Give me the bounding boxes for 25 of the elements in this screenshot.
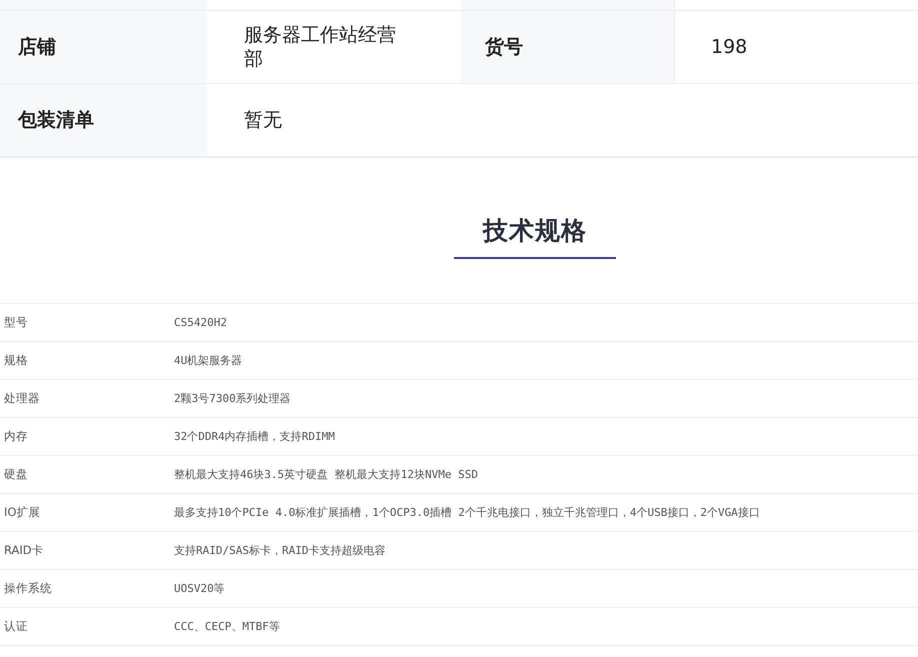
spec-name: 操作系统 [3, 581, 53, 596]
field-label: 包装清单 [18, 108, 94, 133]
spec-value: CCC、CECP、MTBF等 [174, 619, 280, 634]
section-title: 技术规格 [454, 214, 616, 259]
spec-name: IO扩展 [3, 505, 42, 520]
field-value: 198 [711, 35, 748, 59]
spec-name: 认证 [3, 619, 29, 634]
field-value: 暂无 [244, 108, 282, 132]
spec-value: 最多支持10个PCIe 4.0标准扩展插槽，1个OCP3.0插槽 2个千兆电接口，独立千兆管理口，4个USB接口，2个VGA接口 [174, 505, 760, 520]
spec-value: CS5420H2 [174, 316, 227, 329]
field-label: 货号 [485, 35, 523, 60]
spec-name: 规格 [3, 353, 29, 368]
spec-name: 内存 [3, 429, 29, 444]
field-value: 服务器工作站经营部 [244, 23, 397, 71]
spec-value: 4U机架服务器 [174, 353, 242, 368]
spec-value: 2颗3号7300系列处理器 [174, 391, 291, 406]
field-label: 店铺 [18, 35, 56, 60]
spec-value: 支持RAID/SAS标卡，RAID卡支持超级电容 [174, 543, 386, 558]
spec-name: RAID卡 [3, 543, 45, 558]
spec-name: 硬盘 [3, 467, 29, 482]
spec-value: UOSV20等 [174, 581, 225, 596]
spec-value: 32个DDR4内存插槽，支持RDIMM [174, 429, 335, 444]
spec-value: 整机最大支持46块3.5英寸硬盘 整机最大支持12块NVMe SSD [174, 467, 478, 482]
spec-name: 处理器 [3, 391, 41, 406]
spec-name: 型号 [3, 315, 29, 330]
